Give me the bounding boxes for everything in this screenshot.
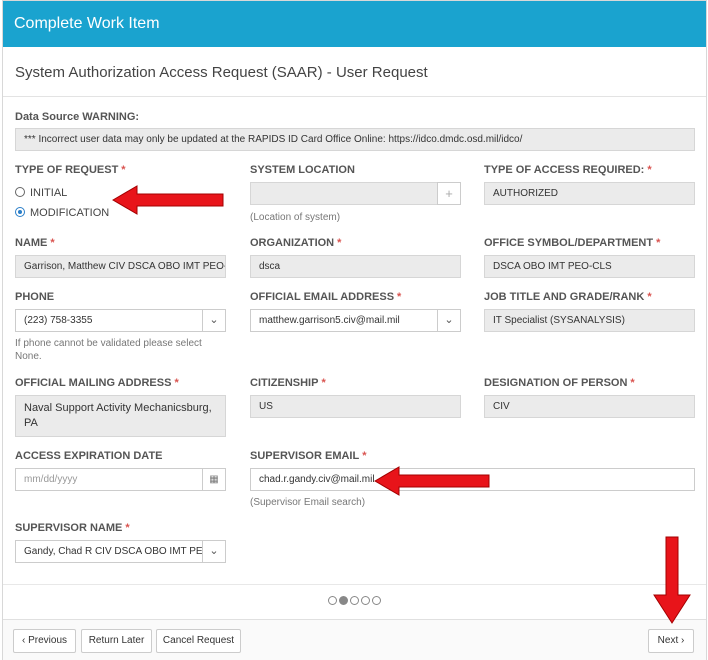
mailing-address-label: OFFICIAL MAILING ADDRESS * bbox=[15, 377, 179, 389]
plus-icon[interactable]: + bbox=[437, 182, 461, 205]
system-location-label: SYSTEM LOCATION bbox=[250, 164, 355, 176]
page-dot[interactable] bbox=[328, 596, 337, 605]
type-of-request-label: TYPE OF REQUEST * bbox=[15, 164, 126, 176]
system-location-help: (Location of system) bbox=[250, 212, 341, 223]
mailing-address-textarea[interactable]: Naval Support Activity Mechanicsburg, PA bbox=[15, 395, 226, 437]
organization-label: ORGANIZATION * bbox=[250, 237, 342, 249]
work-item-dialog: Complete Work Item System Authorization … bbox=[2, 0, 707, 660]
type-of-access-label: TYPE OF ACCESS REQUIRED: * bbox=[484, 164, 652, 176]
page-dot[interactable] bbox=[372, 596, 381, 605]
radio-circle-selected bbox=[15, 207, 25, 217]
chevron-down-icon[interactable]: ⌄ bbox=[202, 309, 226, 332]
title-bar: Complete Work Item bbox=[3, 1, 706, 47]
citizenship-field[interactable]: US bbox=[250, 395, 461, 418]
cancel-request-button[interactable]: Cancel Request bbox=[156, 629, 241, 653]
supervisor-name-select[interactable]: Gandy, Chad R CIV DSCA OBO IMT PEO-CLS bbox=[15, 540, 203, 563]
radio-initial[interactable]: INITIAL bbox=[15, 187, 67, 199]
previous-label: Previous bbox=[28, 635, 67, 646]
supervisor-email-help: (Supervisor Email search) bbox=[250, 497, 366, 508]
warning-label: Data Source WARNING: bbox=[15, 111, 140, 123]
citizenship-label: CITIZENSHIP * bbox=[250, 377, 326, 389]
name-label: NAME * bbox=[15, 237, 55, 249]
official-email-label: OFFICIAL EMAIL ADDRESS * bbox=[250, 291, 402, 303]
radio-initial-label: INITIAL bbox=[30, 187, 68, 199]
designation-field[interactable]: CIV bbox=[484, 395, 695, 418]
job-title-label: JOB TITLE AND GRADE/RANK * bbox=[484, 291, 652, 303]
chevron-down-icon[interactable]: ⌄ bbox=[202, 540, 226, 563]
calendar-icon[interactable]: ▦ bbox=[202, 468, 226, 491]
chevron-down-icon[interactable]: ⌄ bbox=[437, 309, 461, 332]
arrow-annotation-down bbox=[653, 536, 691, 624]
form-title: System Authorization Access Request (SAA… bbox=[15, 64, 428, 81]
radio-modification[interactable]: MODIFICATION bbox=[15, 207, 109, 219]
designation-label: DESIGNATION OF PERSON * bbox=[484, 377, 635, 389]
radio-modification-label: MODIFICATION bbox=[30, 207, 110, 219]
form-header: System Authorization Access Request (SAA… bbox=[3, 47, 706, 97]
name-field[interactable]: Garrison, Matthew CIV DSCA OBO IMT PEO-C… bbox=[15, 255, 226, 278]
radio-circle bbox=[15, 187, 25, 197]
warning-text: *** Incorrect user data may only be upda… bbox=[15, 128, 695, 151]
previous-button[interactable]: ‹ Previous bbox=[13, 629, 76, 653]
official-email-select[interactable]: matthew.garrison5.civ@mail.mil bbox=[250, 309, 438, 332]
phone-label: PHONE bbox=[15, 291, 55, 303]
phone-help: If phone cannot be validated please sele… bbox=[15, 338, 202, 362]
arrow-annotation-left bbox=[374, 466, 490, 496]
supervisor-email-label: SUPERVISOR EMAIL * bbox=[250, 450, 367, 462]
page-dot[interactable] bbox=[350, 596, 359, 605]
footer-bar: ‹ Previous Return Later Cancel Request N… bbox=[3, 619, 706, 660]
access-expiration-label: ACCESS EXPIRATION DATE bbox=[15, 450, 163, 462]
supervisor-name-label: SUPERVISOR NAME * bbox=[15, 522, 130, 534]
page-dot[interactable] bbox=[339, 596, 348, 605]
next-label: Next bbox=[657, 635, 679, 646]
window-title: Complete Work Item bbox=[14, 15, 160, 32]
phone-select[interactable]: (223) 758-3355 bbox=[15, 309, 203, 332]
organization-field[interactable]: dsca bbox=[250, 255, 461, 278]
job-title-field[interactable]: IT Specialist (SYSANALYSIS) bbox=[484, 309, 695, 332]
page-indicator bbox=[3, 592, 706, 606]
office-symbol-label: OFFICE SYMBOL/DEPARTMENT * bbox=[484, 237, 661, 249]
system-location-input[interactable] bbox=[250, 182, 438, 205]
divider bbox=[3, 584, 706, 585]
return-later-button[interactable]: Return Later bbox=[81, 629, 152, 653]
arrow-annotation-left bbox=[112, 185, 224, 215]
type-of-access-field[interactable]: AUTHORIZED bbox=[484, 182, 695, 205]
office-symbol-field[interactable]: DSCA OBO IMT PEO-CLS bbox=[484, 255, 695, 278]
access-expiration-input[interactable]: mm/dd/yyyy bbox=[15, 468, 203, 491]
page-dot[interactable] bbox=[361, 596, 370, 605]
next-button[interactable]: Next › bbox=[648, 629, 694, 653]
